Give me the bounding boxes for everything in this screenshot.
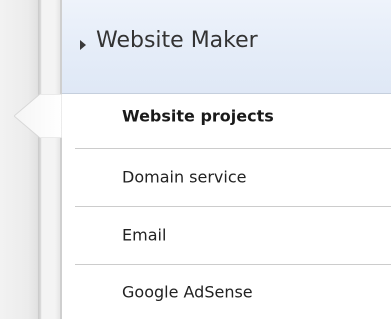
menu-item-email[interactable]: Email [62, 206, 391, 264]
menu-item-label: Domain service [122, 167, 247, 187]
menu-item-label: Website projects [122, 106, 274, 126]
caret-right-icon [80, 40, 86, 50]
left-rail [0, 0, 62, 319]
menu-item-google-adsense[interactable]: Google AdSense [62, 264, 391, 319]
menu-item-domain-service[interactable]: Domain service [62, 148, 391, 206]
section-header[interactable]: Website Maker [62, 0, 391, 94]
navigation-panel: Website Maker Website projects Domain se… [0, 0, 391, 319]
menu-item-label: Google AdSense [122, 282, 253, 301]
active-pointer-icon [14, 94, 62, 138]
section-title: Website Maker [96, 28, 258, 53]
menu-item-label: Email [122, 225, 167, 245]
rail-divider [38, 0, 41, 319]
menu-item-website-projects[interactable]: Website projects [62, 94, 391, 138]
